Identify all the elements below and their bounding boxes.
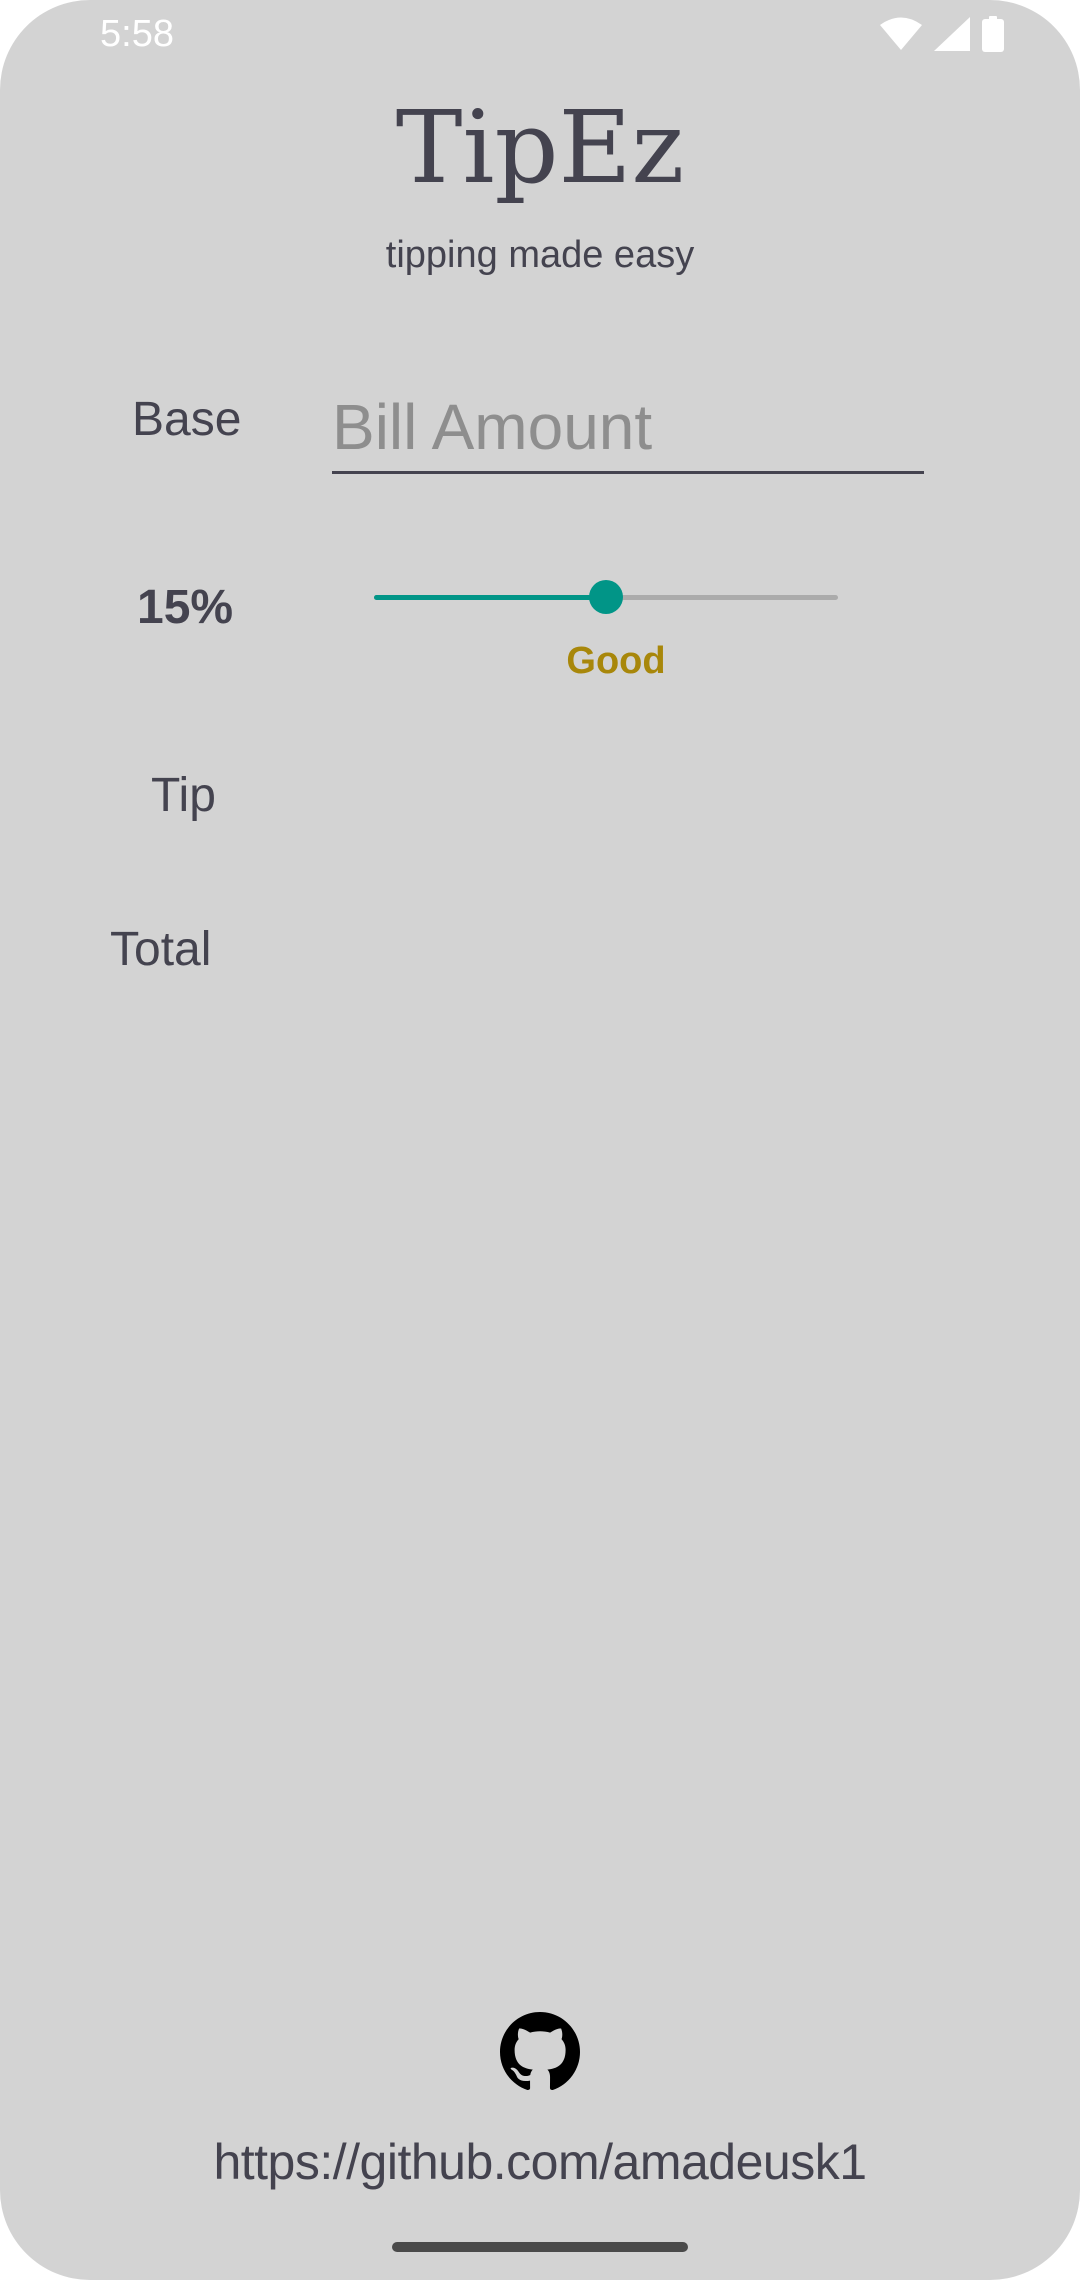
home-indicator[interactable] [392, 2242, 688, 2252]
app-screen: 5:58 TipEz tipping made easy Base 15% Go… [0, 0, 1080, 2280]
status-icons [880, 16, 1004, 52]
github-link[interactable]: https://github.com/amadeusk1 [0, 2130, 1080, 2194]
wifi-icon [880, 17, 922, 50]
tip-percent-slider[interactable] [374, 574, 838, 620]
battery-icon [982, 16, 1004, 52]
base-label: Base [132, 393, 242, 446]
cellular-signal-icon [934, 17, 970, 51]
tip-percent-label: 15% [137, 581, 234, 634]
tip-label: Tip [151, 769, 216, 822]
github-icon[interactable] [500, 2012, 580, 2092]
bill-amount-input[interactable] [332, 382, 924, 474]
app-title: TipEz [395, 89, 685, 206]
slider-thumb[interactable] [589, 580, 623, 614]
slider-fill [374, 595, 606, 600]
total-label: Total [110, 923, 212, 976]
app-subtitle: tipping made easy [385, 234, 695, 276]
tip-description: Good [566, 640, 666, 682]
status-time: 5:58 [100, 13, 174, 55]
